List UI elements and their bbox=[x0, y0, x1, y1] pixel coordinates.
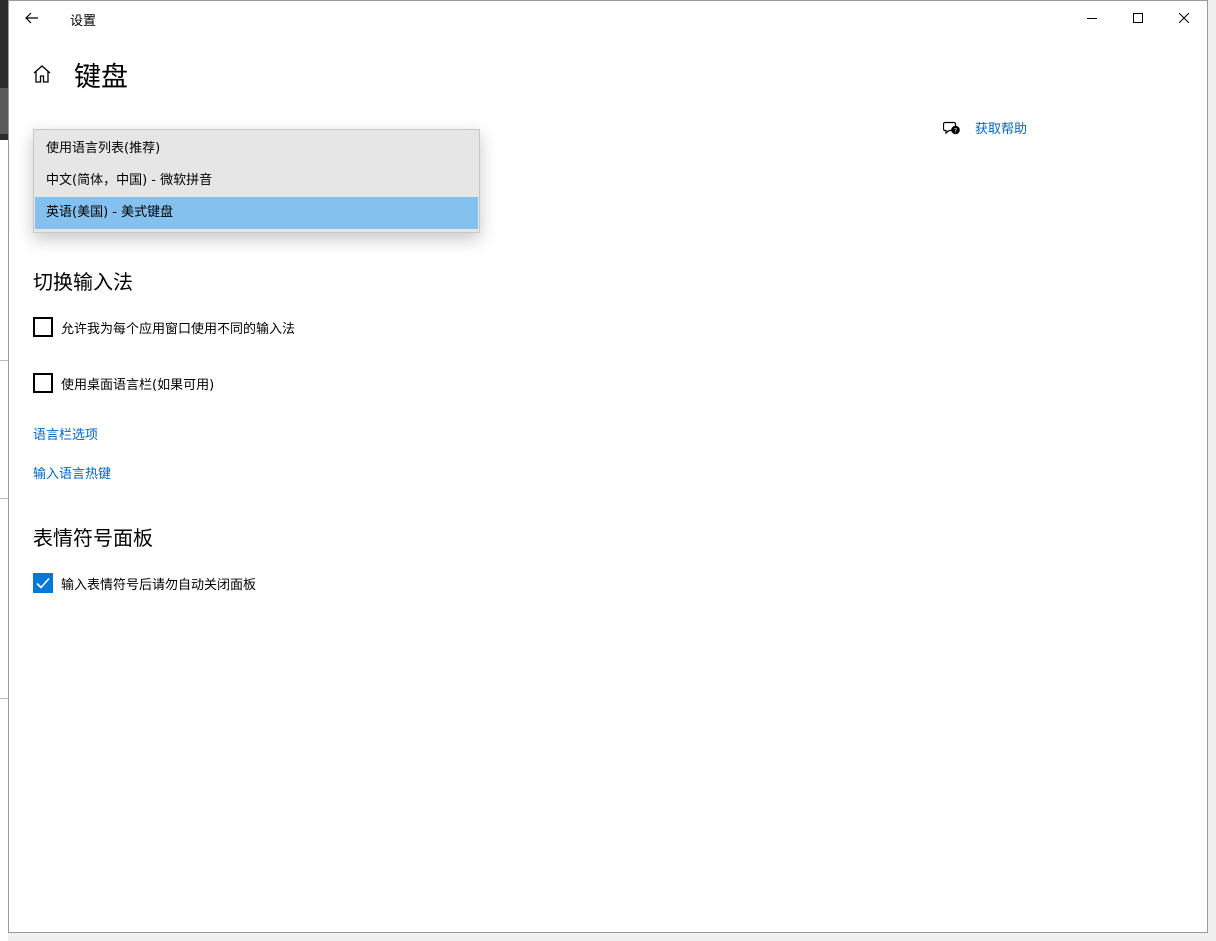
per-app-input-checkbox[interactable] bbox=[33, 317, 53, 337]
dropdown-option-selected[interactable]: 英语(美国) - 美式键盘 bbox=[35, 197, 478, 229]
switch-input-section-title: 切换输入法 bbox=[33, 270, 133, 294]
page-title: 键盘 bbox=[74, 62, 128, 93]
checkbox-label: 使用桌面语言栏(如果可用) bbox=[61, 377, 215, 393]
emoji-panel-section-title: 表情符号面板 bbox=[33, 526, 153, 550]
back-arrow-icon bbox=[25, 12, 38, 24]
emoji-panel-checkbox-row[interactable]: 输入表情符号后请勿自动关闭面板 bbox=[33, 573, 256, 593]
input-method-dropdown-list[interactable]: 使用语言列表(推荐) 中文(简体，中国) - 微软拼音 英语(美国) - 美式键… bbox=[33, 129, 480, 233]
per-app-input-checkbox-row[interactable]: 允许我为每个应用窗口使用不同的输入法 bbox=[33, 317, 295, 337]
help-label: 获取帮助 bbox=[975, 122, 1028, 137]
minimize-button[interactable] bbox=[1069, 1, 1115, 35]
minimize-icon bbox=[1087, 18, 1097, 19]
back-button[interactable] bbox=[19, 5, 45, 31]
background-line bbox=[0, 498, 8, 499]
close-button[interactable] bbox=[1161, 1, 1207, 35]
title-bar: 设置 bbox=[9, 1, 1207, 35]
home-button[interactable] bbox=[31, 63, 53, 85]
desktop-language-bar-checkbox-row[interactable]: 使用桌面语言栏(如果可用) bbox=[33, 373, 214, 393]
window-controls bbox=[1069, 1, 1207, 35]
background-desktop-strip bbox=[0, 0, 8, 941]
dropdown-option[interactable]: 使用语言列表(推荐) bbox=[35, 133, 478, 165]
settings-window: 设置 键盘 ? 获取帮助 使用语言列表(推荐) 中文(简体，中国) - 微软拼音… bbox=[8, 0, 1208, 933]
help-chat-icon: ? bbox=[943, 121, 960, 134]
input-language-hotkeys-link[interactable]: 输入语言热键 bbox=[33, 463, 111, 482]
dropdown-option[interactable]: 中文(简体，中国) - 微软拼音 bbox=[35, 165, 478, 197]
checkbox-label: 输入表情符号后请勿自动关闭面板 bbox=[61, 577, 257, 593]
svg-text:?: ? bbox=[954, 126, 957, 134]
maximize-button[interactable] bbox=[1115, 1, 1161, 35]
background-line bbox=[0, 698, 8, 699]
close-icon bbox=[1179, 13, 1189, 23]
checkmark-icon bbox=[36, 577, 50, 589]
desktop-language-bar-checkbox[interactable] bbox=[33, 373, 53, 393]
emoji-panel-checkbox[interactable] bbox=[33, 573, 53, 593]
maximize-icon bbox=[1133, 13, 1143, 23]
help-link[interactable]: ? 获取帮助 bbox=[943, 118, 1027, 137]
language-bar-options-link[interactable]: 语言栏选项 bbox=[33, 424, 98, 443]
window-title: 设置 bbox=[70, 14, 97, 29]
home-icon bbox=[33, 65, 51, 83]
background-line bbox=[0, 360, 8, 361]
background-dark-area bbox=[0, 88, 8, 134]
checkbox-label: 允许我为每个应用窗口使用不同的输入法 bbox=[61, 321, 296, 337]
